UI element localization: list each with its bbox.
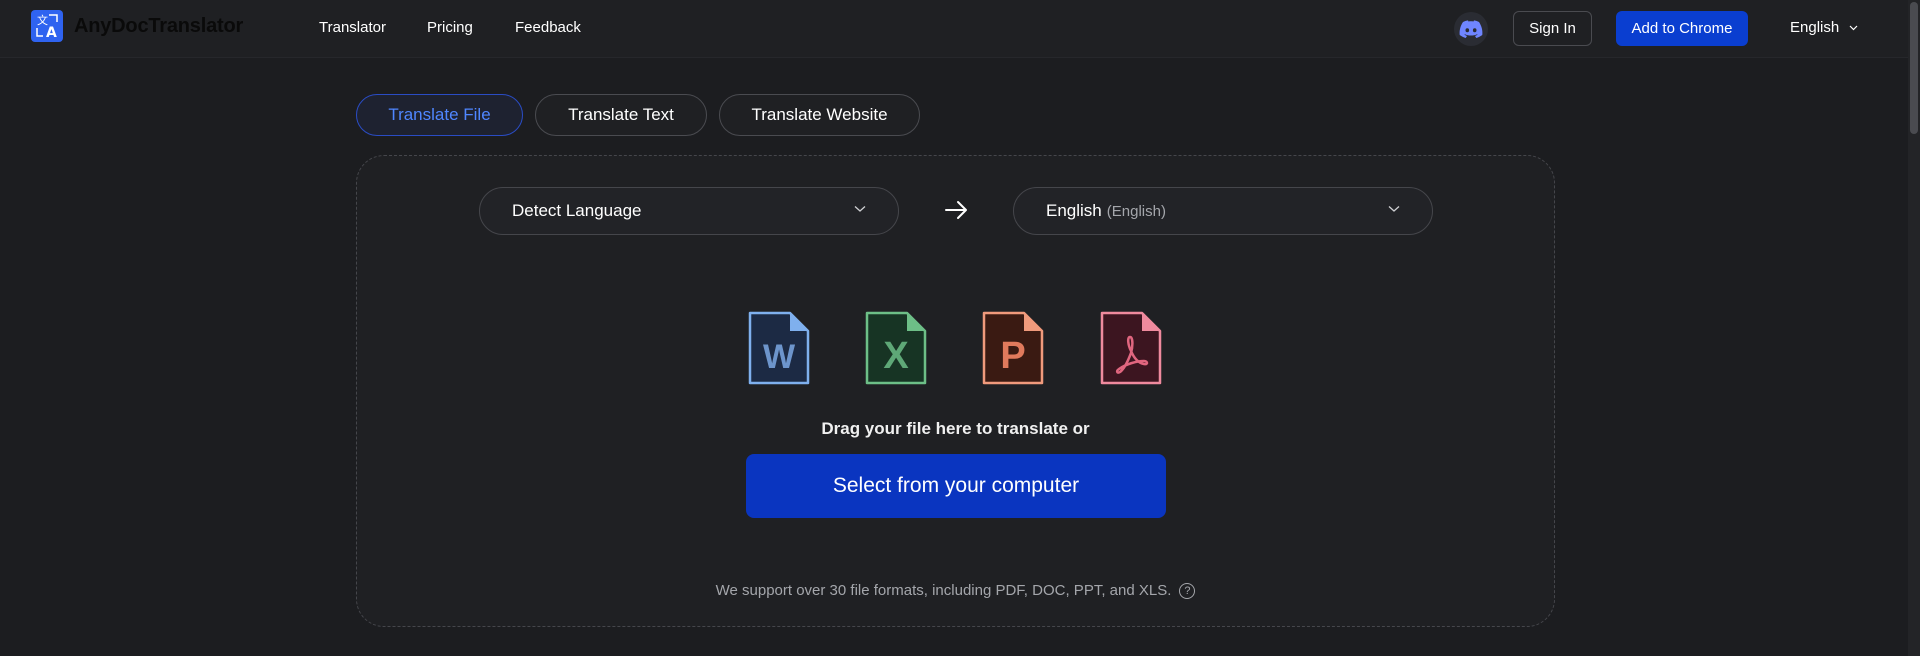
add-to-chrome-button[interactable]: Add to Chrome [1616,11,1748,46]
nav-pricing[interactable]: Pricing [427,19,473,36]
powerpoint-file-icon: P [982,311,1044,385]
source-language-label: Detect Language [512,201,642,220]
tab-translate-text[interactable]: Translate Text [535,94,707,136]
discord-icon[interactable] [1454,12,1488,46]
target-language-native: (English) [1106,202,1166,220]
logo-icon[interactable]: 文 A [31,10,63,42]
tab-translate-website[interactable]: Translate Website [719,94,920,136]
chevron-down-icon [854,206,866,212]
svg-text:A: A [46,25,57,41]
site-language-select[interactable]: English [1790,19,1858,36]
scrollbar-thumb[interactable] [1910,2,1918,134]
chevron-down-icon [1388,206,1400,212]
supported-formats-text: We support over 30 file formats, includi… [715,582,1172,599]
top-header: 文 A AnyDocTranslator Translator Pricing … [0,0,1908,58]
chevron-down-icon [1849,25,1858,30]
drag-instruction: Drag your file here to translate or [821,419,1090,438]
logo-text[interactable]: AnyDocTranslator [74,15,243,38]
page-scrollbar[interactable] [1908,0,1920,656]
source-language-select[interactable]: Detect Language [479,187,899,235]
help-icon[interactable]: ? [1179,582,1196,599]
target-language-label: English [1046,201,1102,220]
target-language-select[interactable]: English (English) [1013,187,1433,235]
sign-in-button[interactable]: Sign In [1513,11,1592,46]
tab-translate-file[interactable]: Translate File [356,94,523,136]
pdf-file-icon [1100,311,1162,385]
select-file-button[interactable]: Select from your computer [746,454,1166,518]
arrow-right-icon [945,201,967,219]
powerpoint-file-letter: P [1000,335,1025,377]
nav-feedback[interactable]: Feedback [515,19,581,36]
supported-formats-note: We support over 30 file formats, includi… [0,582,1911,599]
excel-file-icon: X [865,311,927,385]
nav-translator[interactable]: Translator [319,19,386,36]
site-language-label: English [1790,19,1840,36]
excel-file-letter: X [883,335,909,377]
word-file-letter: W [763,338,796,376]
word-file-icon: W [748,311,810,385]
